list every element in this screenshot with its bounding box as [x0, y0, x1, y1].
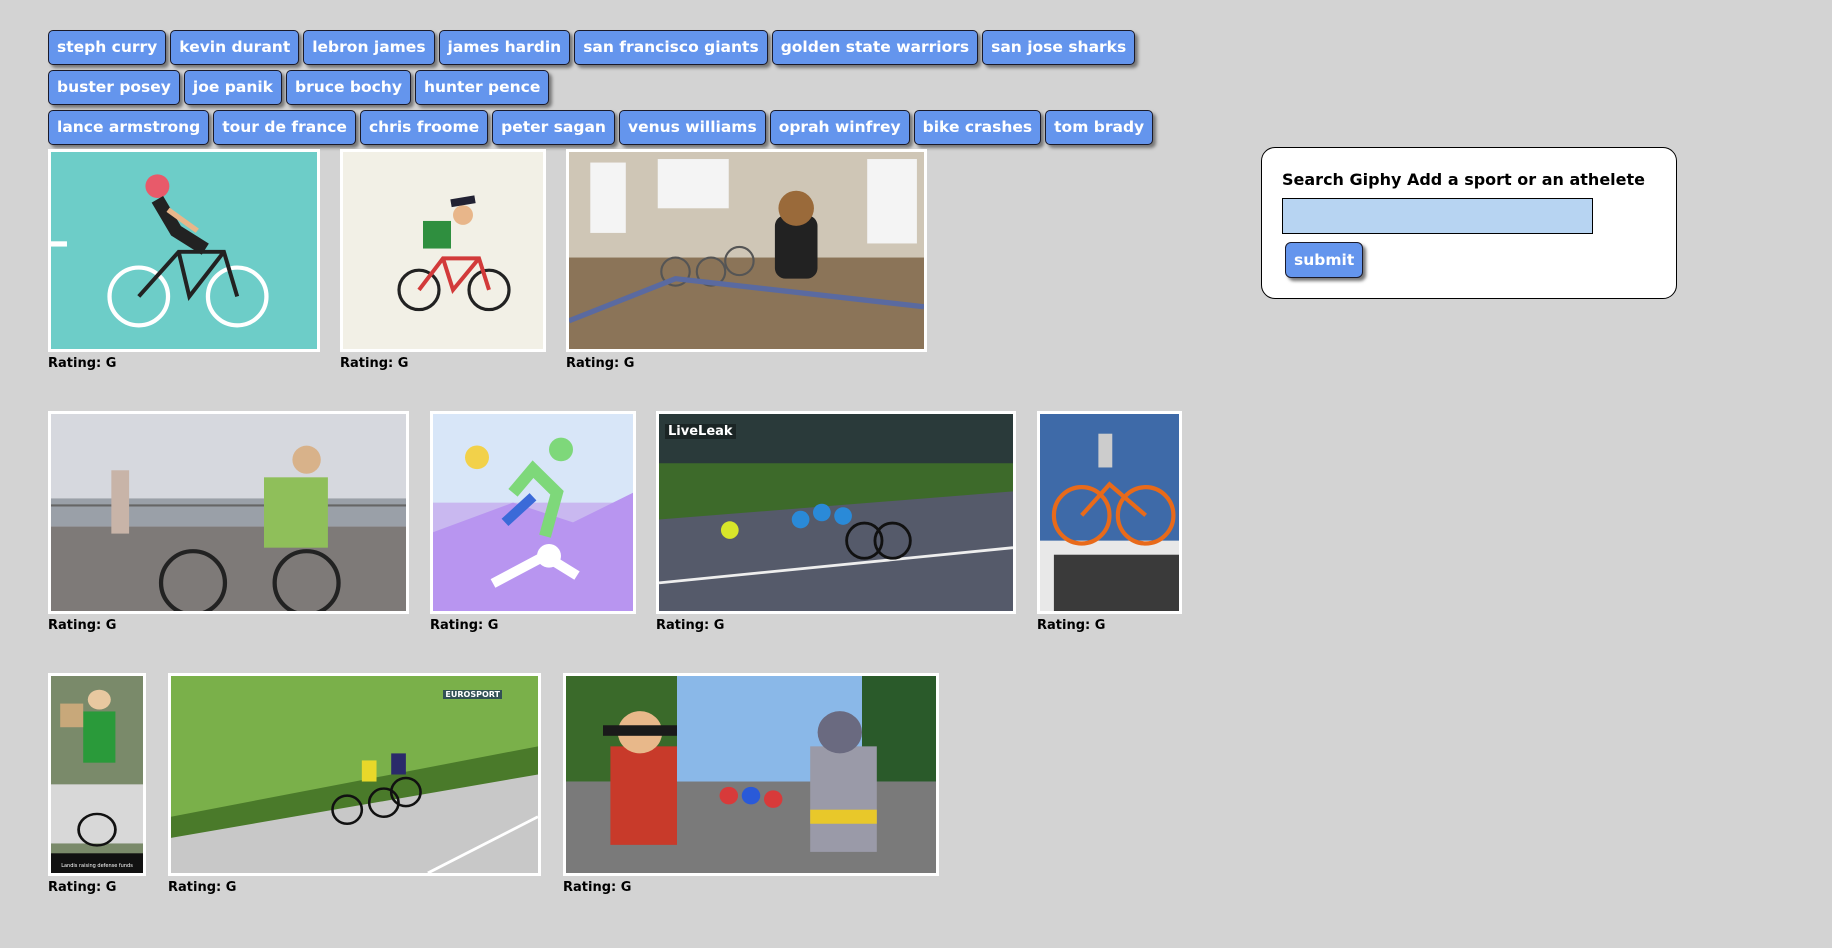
- gif-image[interactable]: EUROSPORT: [168, 673, 541, 876]
- topic-button[interactable]: venus williams: [618, 110, 766, 145]
- submit-button[interactable]: submit: [1285, 242, 1364, 278]
- topic-button[interactable]: lance armstrong: [48, 110, 210, 145]
- topic-button[interactable]: san francisco giants: [574, 30, 768, 65]
- search-panel: Search Giphy Add a sport or an athelete …: [1261, 147, 1677, 299]
- topic-button[interactable]: james hardin: [438, 30, 571, 65]
- topic-button[interactable]: chris froome: [359, 110, 489, 145]
- topic-button[interactable]: hunter pence: [414, 70, 550, 105]
- topic-button[interactable]: tour de france: [213, 110, 356, 145]
- gif-image[interactable]: [430, 411, 636, 614]
- gif-rating: Rating: G: [340, 356, 409, 371]
- gif-overlay-text: EUROSPORT: [443, 690, 502, 699]
- topic-button[interactable]: kevin durant: [170, 30, 300, 65]
- gif-rating: Rating: G: [48, 618, 117, 633]
- topic-button[interactable]: buster posey: [48, 70, 180, 105]
- topic-button[interactable]: lebron james: [303, 30, 435, 65]
- gif-rating: Rating: G: [430, 618, 499, 633]
- gif-image[interactable]: [566, 149, 927, 352]
- gif-image[interactable]: [48, 149, 320, 352]
- gif-image[interactable]: [340, 149, 546, 352]
- gif-rating: Rating: G: [563, 880, 632, 895]
- search-input[interactable]: [1282, 198, 1593, 234]
- topic-button[interactable]: bike crashes: [913, 110, 1042, 145]
- gif-rating: Rating: G: [48, 880, 117, 895]
- topic-button[interactable]: tom brady: [1045, 110, 1154, 145]
- gif-image[interactable]: [48, 411, 409, 614]
- topic-button[interactable]: bruce bochy: [286, 70, 411, 105]
- gif-rating: Rating: G: [566, 356, 635, 371]
- gif-image[interactable]: [1037, 411, 1182, 614]
- gif-overlay-text: Landis raising defense funds: [61, 863, 133, 869]
- gif-overlay-text: LiveLeak: [665, 424, 736, 439]
- gif-rating: Rating: G: [168, 880, 237, 895]
- gif-image[interactable]: [563, 673, 939, 876]
- topic-button[interactable]: golden state warriors: [771, 30, 979, 65]
- gif-image[interactable]: LiveLeak: [656, 411, 1016, 614]
- topic-button[interactable]: san jose sharks: [982, 30, 1136, 65]
- gif-rating: Rating: G: [48, 356, 117, 371]
- topic-button[interactable]: oprah winfrey: [769, 110, 910, 145]
- gif-image[interactable]: Landis raising defense funds: [48, 673, 146, 876]
- gif-rating: Rating: G: [1037, 618, 1106, 633]
- gif-rating: Rating: G: [656, 618, 725, 633]
- search-label: Search Giphy Add a sport or an athelete: [1282, 170, 1646, 189]
- topic-button[interactable]: peter sagan: [492, 110, 615, 145]
- topic-button[interactable]: joe panik: [183, 70, 282, 105]
- topic-button[interactable]: steph curry: [48, 30, 167, 65]
